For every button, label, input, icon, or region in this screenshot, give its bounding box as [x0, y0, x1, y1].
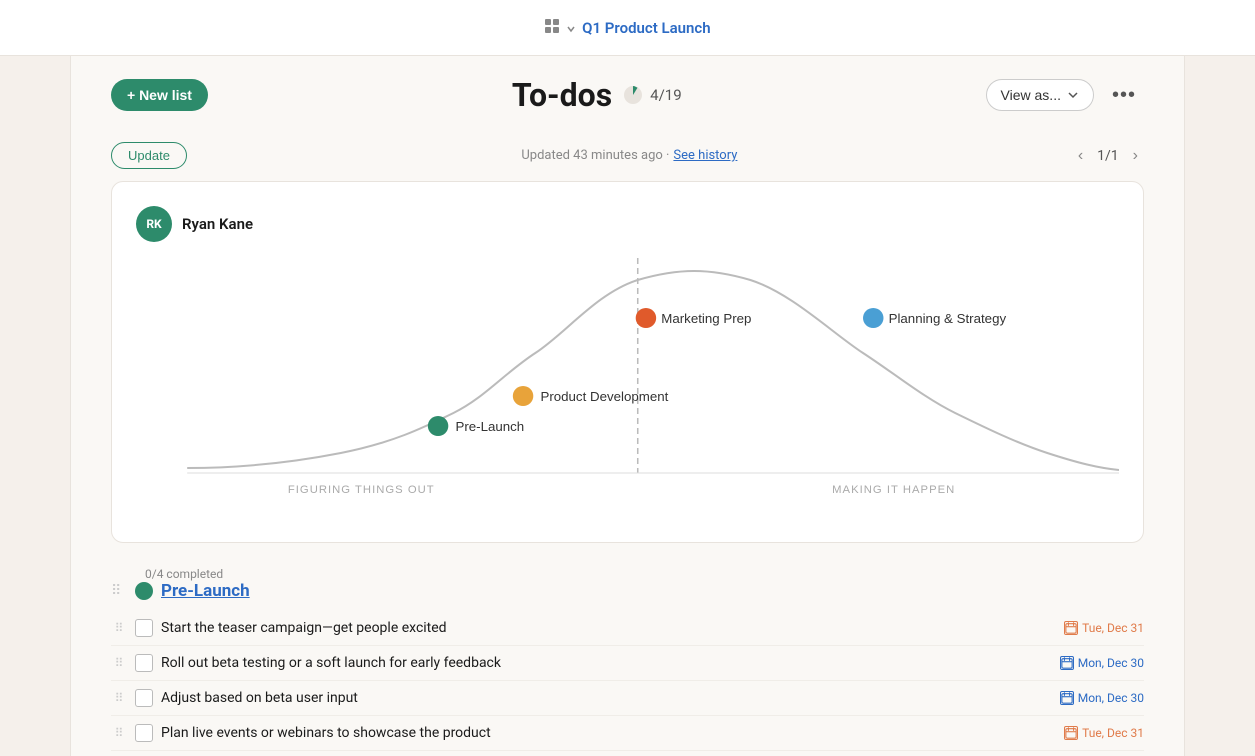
title-area: To-dos 4/19 [512, 76, 682, 114]
task-date-text-0: Tue, Dec 31 [1082, 621, 1144, 635]
see-history-link[interactable]: See history [673, 148, 737, 163]
svg-text:Marketing Prep: Marketing Prep [661, 311, 751, 326]
progress-fraction: 4/19 [650, 86, 681, 104]
task-label-3: Plan live events or webinars to showcase… [161, 725, 1056, 741]
task-list: ⠿ Start the teaser campaign—get people e… [111, 611, 1144, 751]
progress-badge: 4/19 [622, 84, 681, 106]
task-row: ⠿ Start the teaser campaign—get people e… [111, 611, 1144, 646]
section-title-row: ⠿ Pre-Launch [111, 581, 1144, 601]
update-bar: Update Updated 43 minutes ago · See hist… [71, 134, 1184, 181]
tasks-section: 0/4 completed ⠿ Pre-Launch ⠿ Start the t… [111, 567, 1144, 751]
chevron-down-icon [1067, 89, 1079, 101]
task-drag-handle-3[interactable]: ⠿ [111, 726, 127, 740]
task-checkbox-0[interactable] [135, 619, 153, 637]
prev-page-button[interactable]: ‹ [1072, 145, 1089, 167]
task-label-2: Adjust based on beta user input [161, 690, 1052, 706]
task-date-text-1: Mon, Dec 30 [1078, 656, 1144, 670]
grid-icon [544, 18, 576, 38]
task-row: ⠿ Plan live events or webinars to showca… [111, 716, 1144, 751]
update-info: Updated 43 minutes ago · See history [521, 148, 737, 163]
task-date-3: Tue, Dec 31 [1064, 726, 1144, 740]
project-title-bar[interactable]: Q1 Product Launch [544, 18, 710, 38]
avatar: RK [136, 206, 172, 242]
header-actions: View as... ••• [986, 79, 1144, 111]
next-page-button[interactable]: › [1127, 145, 1144, 167]
more-options-button[interactable]: ••• [1104, 80, 1144, 111]
pagination: ‹ 1/1 › [1072, 145, 1144, 167]
task-checkbox-1[interactable] [135, 654, 153, 672]
calendar-icon-0 [1064, 621, 1078, 635]
completed-count: 0/4 completed [145, 567, 1144, 581]
svg-text:Product Development: Product Development [540, 389, 668, 404]
task-date-1: Mon, Dec 30 [1060, 656, 1144, 670]
section-drag-handle[interactable]: ⠿ [111, 583, 127, 599]
task-label-1: Roll out beta testing or a soft launch f… [161, 655, 1052, 671]
task-checkbox-3[interactable] [135, 724, 153, 742]
chart-container: Pre-Launch Product Development Marketing… [136, 258, 1119, 518]
page-title: To-dos [512, 76, 612, 114]
task-date-text-2: Mon, Dec 30 [1078, 691, 1144, 705]
header-row: + New list To-dos 4/19 View as... ••• [71, 56, 1184, 134]
new-list-button[interactable]: + New list [111, 79, 208, 111]
bell-curve-chart: Pre-Launch Product Development Marketing… [136, 258, 1119, 498]
view-as-button[interactable]: View as... [986, 79, 1094, 111]
progress-pie-icon [622, 84, 644, 106]
task-row: ⠿ Adjust based on beta user input Mon, D… [111, 681, 1144, 716]
top-bar: Q1 Product Launch [0, 0, 1255, 56]
section-title[interactable]: Pre-Launch [161, 581, 250, 601]
pre-launch-dot [428, 416, 448, 436]
calendar-icon-3 [1064, 726, 1078, 740]
task-drag-handle-0[interactable]: ⠿ [111, 621, 127, 635]
section-dot [135, 582, 153, 600]
svg-text:FIGURING THINGS OUT: FIGURING THINGS OUT [288, 484, 435, 496]
task-drag-handle-1[interactable]: ⠿ [111, 656, 127, 670]
task-date-text-3: Tue, Dec 31 [1082, 726, 1144, 740]
chart-user: RK Ryan Kane [136, 206, 1119, 242]
calendar-icon-2 [1060, 691, 1074, 705]
project-name: Q1 Product Launch [582, 19, 710, 37]
chart-card: RK Ryan Kane Pre-Launch Product Developm… [111, 181, 1144, 543]
svg-text:MAKING IT HAPPEN: MAKING IT HAPPEN [832, 484, 955, 496]
task-row: ⠿ Roll out beta testing or a soft launch… [111, 646, 1144, 681]
task-date-0: Tue, Dec 31 [1064, 621, 1144, 635]
calendar-icon-1 [1060, 656, 1074, 670]
task-date-2: Mon, Dec 30 [1060, 691, 1144, 705]
svg-text:Planning & Strategy: Planning & Strategy [889, 311, 1007, 326]
svg-text:Pre-Launch: Pre-Launch [455, 419, 524, 434]
main-area: + New list To-dos 4/19 View as... ••• [70, 56, 1185, 756]
marketing-prep-dot [636, 308, 656, 328]
task-label-0: Start the teaser campaign—get people exc… [161, 620, 1056, 636]
task-drag-handle-2[interactable]: ⠿ [111, 691, 127, 705]
update-button[interactable]: Update [111, 142, 187, 169]
task-checkbox-2[interactable] [135, 689, 153, 707]
planning-strategy-dot [863, 308, 883, 328]
username: Ryan Kane [182, 215, 253, 233]
product-development-dot [513, 386, 533, 406]
